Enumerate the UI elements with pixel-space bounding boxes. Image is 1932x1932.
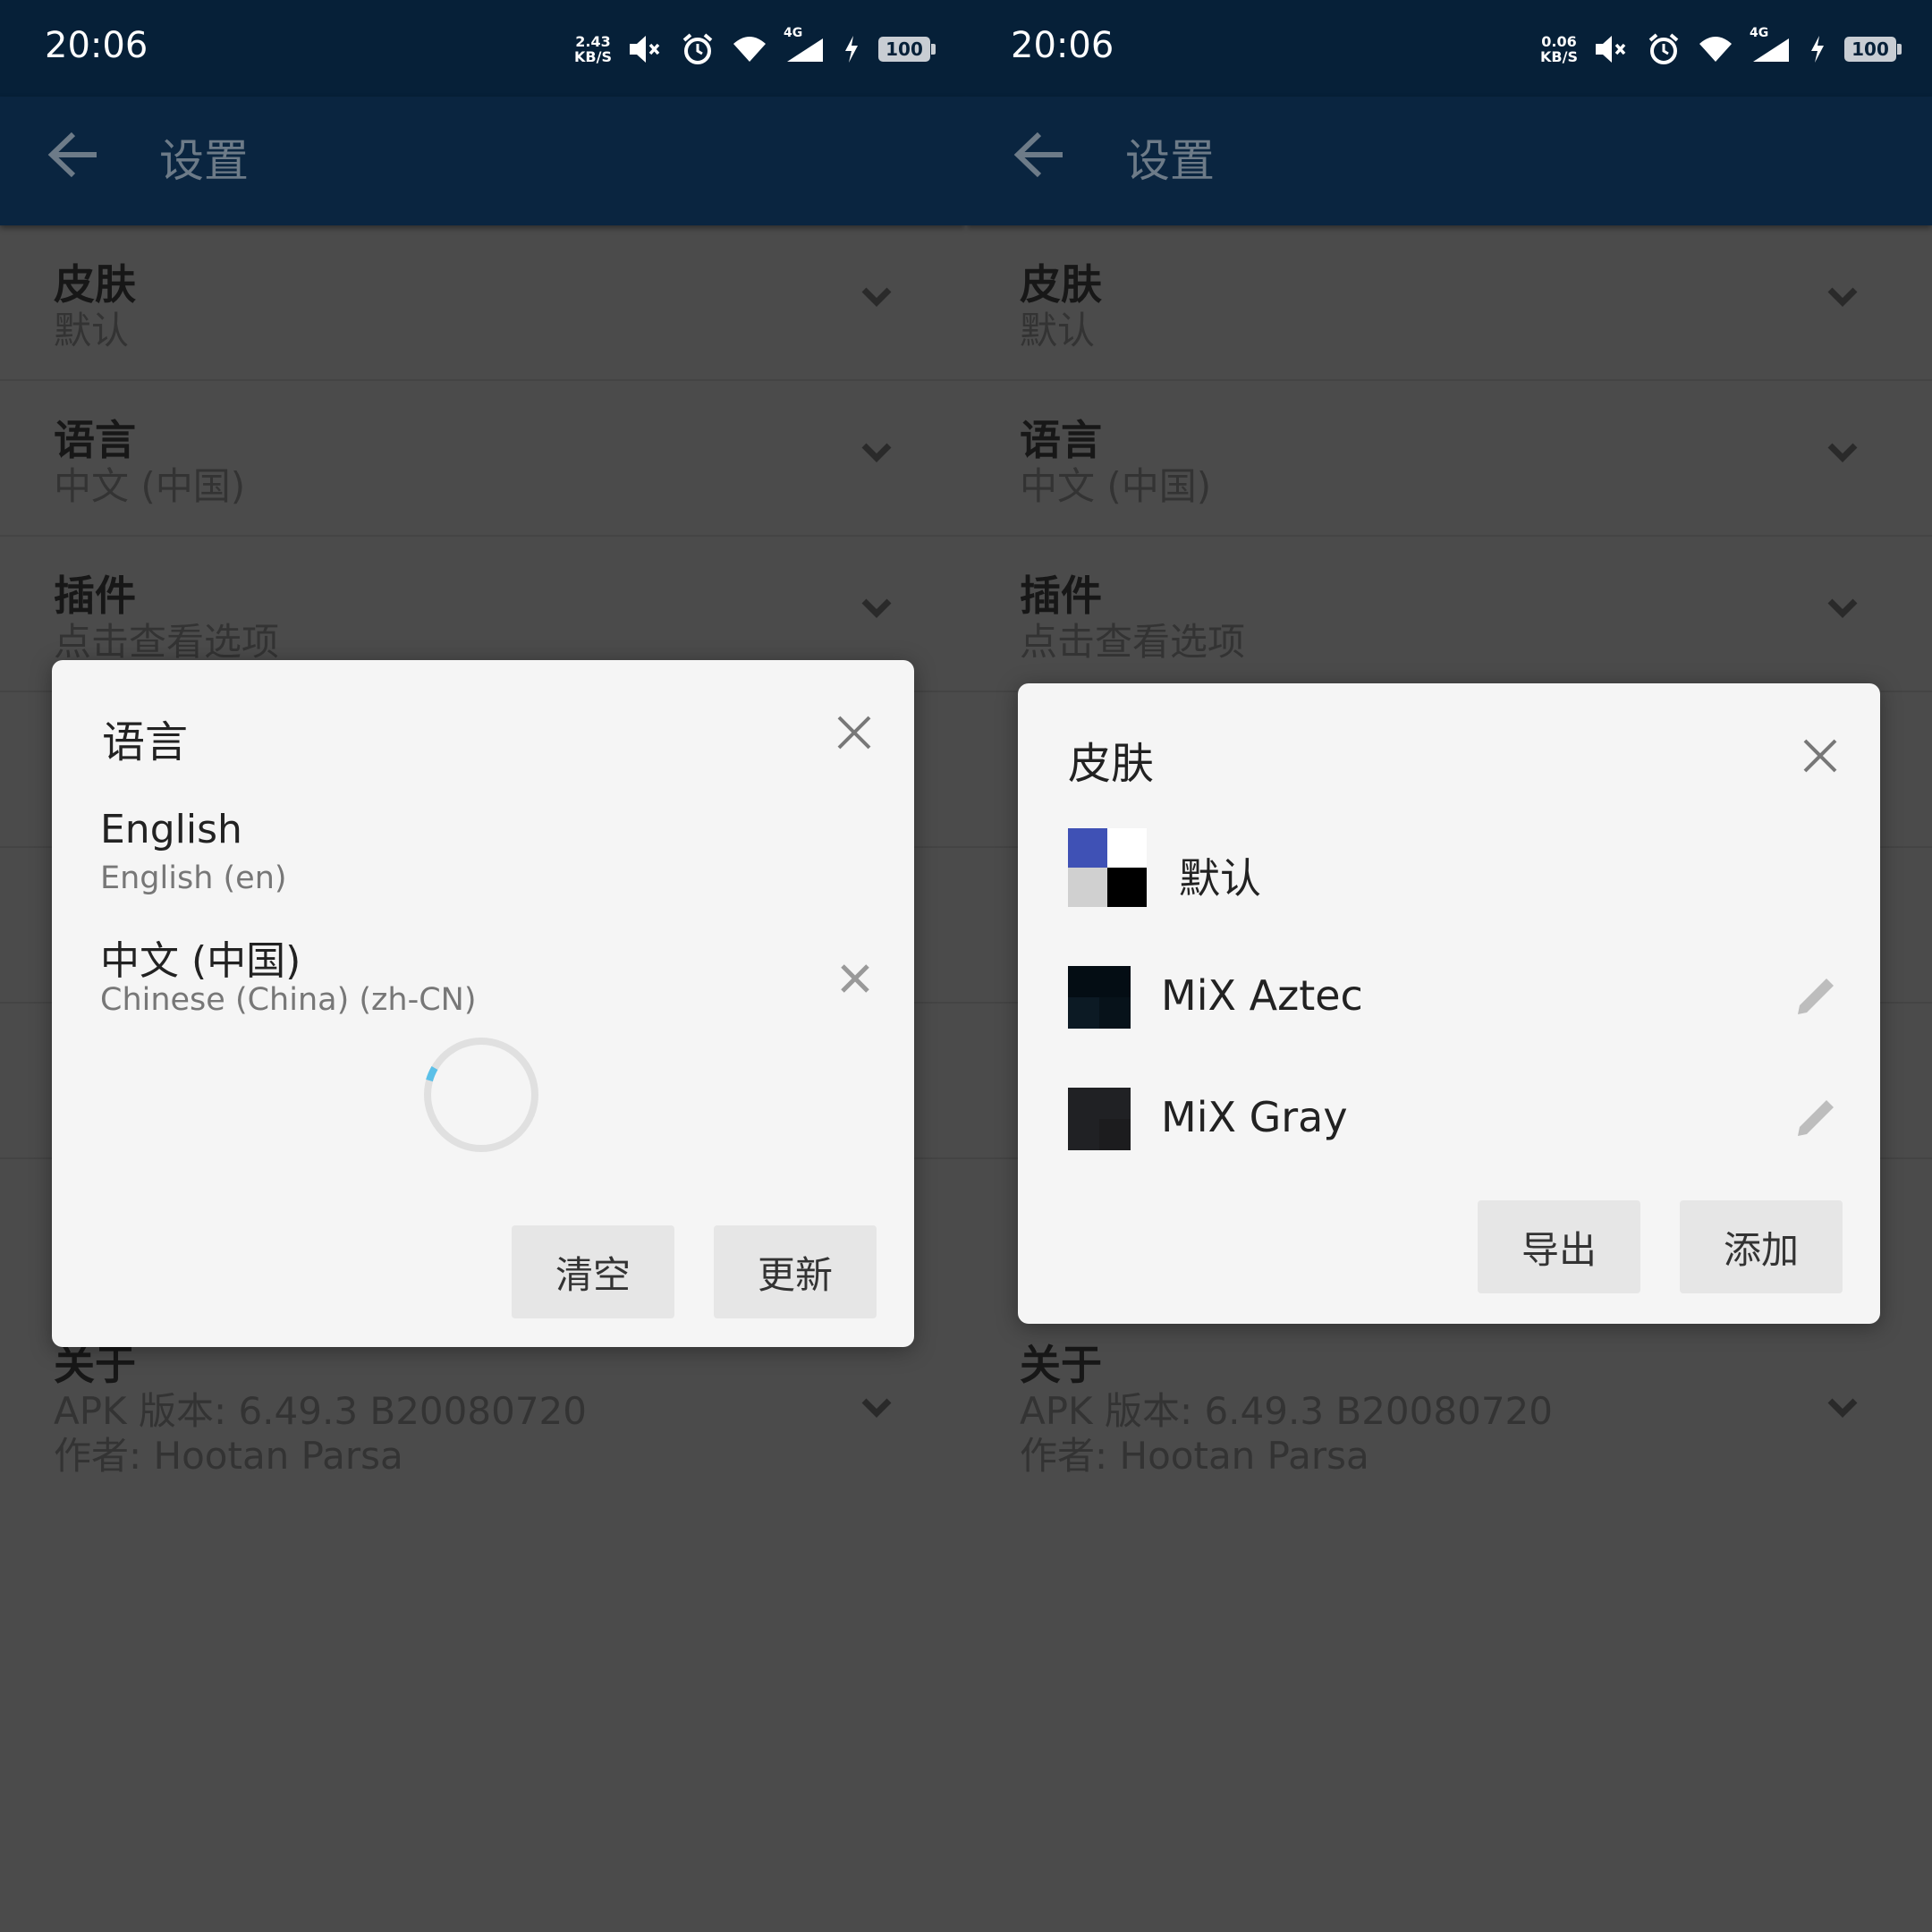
network-speed: 0.06 KB/S [1540, 34, 1578, 64]
chevron-down-icon [1827, 287, 1858, 307]
app-bar: 设置 [966, 97, 1932, 225]
language-name: English [100, 807, 242, 852]
skin-name: 默认 [1179, 854, 1261, 902]
add-button[interactable]: 添加 [1680, 1200, 1843, 1293]
page-title: 设置 [1125, 135, 1215, 187]
author: 作者: Hootan Parsa [1020, 1434, 1369, 1478]
chevron-down-icon [861, 598, 892, 618]
setting-value: 中文 (中国) [54, 464, 246, 508]
close-icon[interactable] [832, 710, 877, 755]
chevron-down-icon [861, 1398, 892, 1418]
network-type-label: 4G [1750, 26, 1769, 40]
status-bar: 20:06 2.43 KB/S 4G 100 [0, 0, 966, 97]
network-speed: 2.43 KB/S [574, 34, 612, 64]
setting-value: 点击查看选项 [1020, 620, 1246, 664]
wifi-icon [1698, 31, 1733, 67]
skin-swatch [1068, 1088, 1131, 1150]
network-speed-unit: KB/S [574, 48, 612, 65]
setting-row-about[interactable]: 关于 APK 版本: 6.49.3 B20080720 作者: Hootan P… [966, 1306, 1932, 1503]
battery-icon: 100 [1844, 37, 1902, 62]
setting-row-skin[interactable]: 皮肤 默认 [966, 225, 1932, 381]
setting-value: 中文 (中国) [1020, 464, 1212, 508]
skin-item-default[interactable]: 默认 [1018, 818, 1877, 916]
setting-row-plugins[interactable]: 插件 点击查看选项 [966, 537, 1932, 692]
skin-swatch [1068, 966, 1131, 1029]
chevron-down-icon [1827, 1398, 1858, 1418]
cellular-signal-icon: 4G [1750, 26, 1791, 67]
language-code: Chinese (China) (zh-CN) [100, 982, 477, 1018]
mute-icon [1594, 31, 1630, 67]
network-speed-unit: KB/S [1540, 48, 1578, 65]
skin-item-mix-gray[interactable]: MiX Gray [1018, 1064, 1877, 1163]
setting-value: 默认 [1020, 309, 1096, 352]
status-bar: 20:06 0.06 KB/S 4G 100 [966, 0, 1932, 97]
skin-name: MiX Gray [1161, 1093, 1348, 1141]
cellular-signal-icon: 4G [784, 26, 825, 67]
mute-icon [628, 31, 664, 67]
dialog-title: 皮肤 [1068, 739, 1155, 789]
skin-name: MiX Aztec [1161, 971, 1363, 1020]
setting-row-language[interactable]: 语言 中文 (中国) [0, 381, 966, 537]
language-dialog: 语言 English English (en) 中文 (中国) Chinese … [52, 660, 914, 1347]
edit-pencil-icon[interactable] [1791, 1093, 1841, 1143]
setting-value: 默认 [54, 309, 130, 352]
left-screen: 20:06 2.43 KB/S 4G 100 设置 皮肤 默认 语言 中文 (中… [0, 0, 966, 1932]
skin-item-mix-aztec[interactable]: MiX Aztec [1018, 943, 1877, 1041]
alarm-icon [1646, 31, 1682, 67]
network-speed-value: 2.43 [575, 33, 611, 50]
status-icons: 2.43 KB/S 4G 100 [574, 26, 936, 72]
close-icon[interactable] [1798, 733, 1843, 778]
wifi-icon [732, 31, 767, 67]
status-time: 20:06 [45, 25, 148, 66]
clear-button[interactable]: 清空 [512, 1225, 674, 1318]
status-icons: 0.06 KB/S 4G 100 [1540, 26, 1902, 72]
language-name: 中文 (中国) [100, 938, 301, 984]
right-screen: 20:06 0.06 KB/S 4G 100 设置 皮肤 默认 语言 中文 (中… [966, 0, 1932, 1932]
language-code: English (en) [100, 860, 287, 896]
back-arrow-icon[interactable] [1009, 123, 1072, 186]
skin-dialog: 皮肤 默认 MiX Aztec MiX Gray 导出 添加 [1018, 683, 1880, 1324]
skin-swatch [1068, 828, 1147, 907]
charging-icon [1807, 31, 1828, 67]
alarm-icon [680, 31, 716, 67]
dialog-title: 语言 [102, 717, 189, 767]
status-time: 20:06 [1011, 25, 1114, 66]
chevron-down-icon [861, 443, 892, 462]
update-button[interactable]: 更新 [714, 1225, 877, 1318]
chevron-down-icon [1827, 443, 1858, 462]
setting-value: 点击查看选项 [54, 620, 280, 664]
remove-language-icon[interactable] [837, 961, 873, 996]
export-button[interactable]: 导出 [1478, 1200, 1640, 1293]
page-title: 设置 [159, 135, 249, 187]
chevron-down-icon [861, 287, 892, 307]
chevron-down-icon [1827, 598, 1858, 618]
battery-icon: 100 [878, 37, 936, 62]
loading-spinner-icon [424, 1038, 538, 1152]
network-speed-value: 0.06 [1541, 33, 1577, 50]
back-arrow-icon[interactable] [43, 123, 106, 186]
app-bar: 设置 [0, 97, 966, 225]
network-type-label: 4G [784, 26, 803, 40]
setting-row-language[interactable]: 语言 中文 (中国) [966, 381, 1932, 537]
author: 作者: Hootan Parsa [54, 1434, 403, 1478]
setting-row-skin[interactable]: 皮肤 默认 [0, 225, 966, 381]
edit-pencil-icon[interactable] [1791, 971, 1841, 1021]
charging-icon [841, 31, 862, 67]
